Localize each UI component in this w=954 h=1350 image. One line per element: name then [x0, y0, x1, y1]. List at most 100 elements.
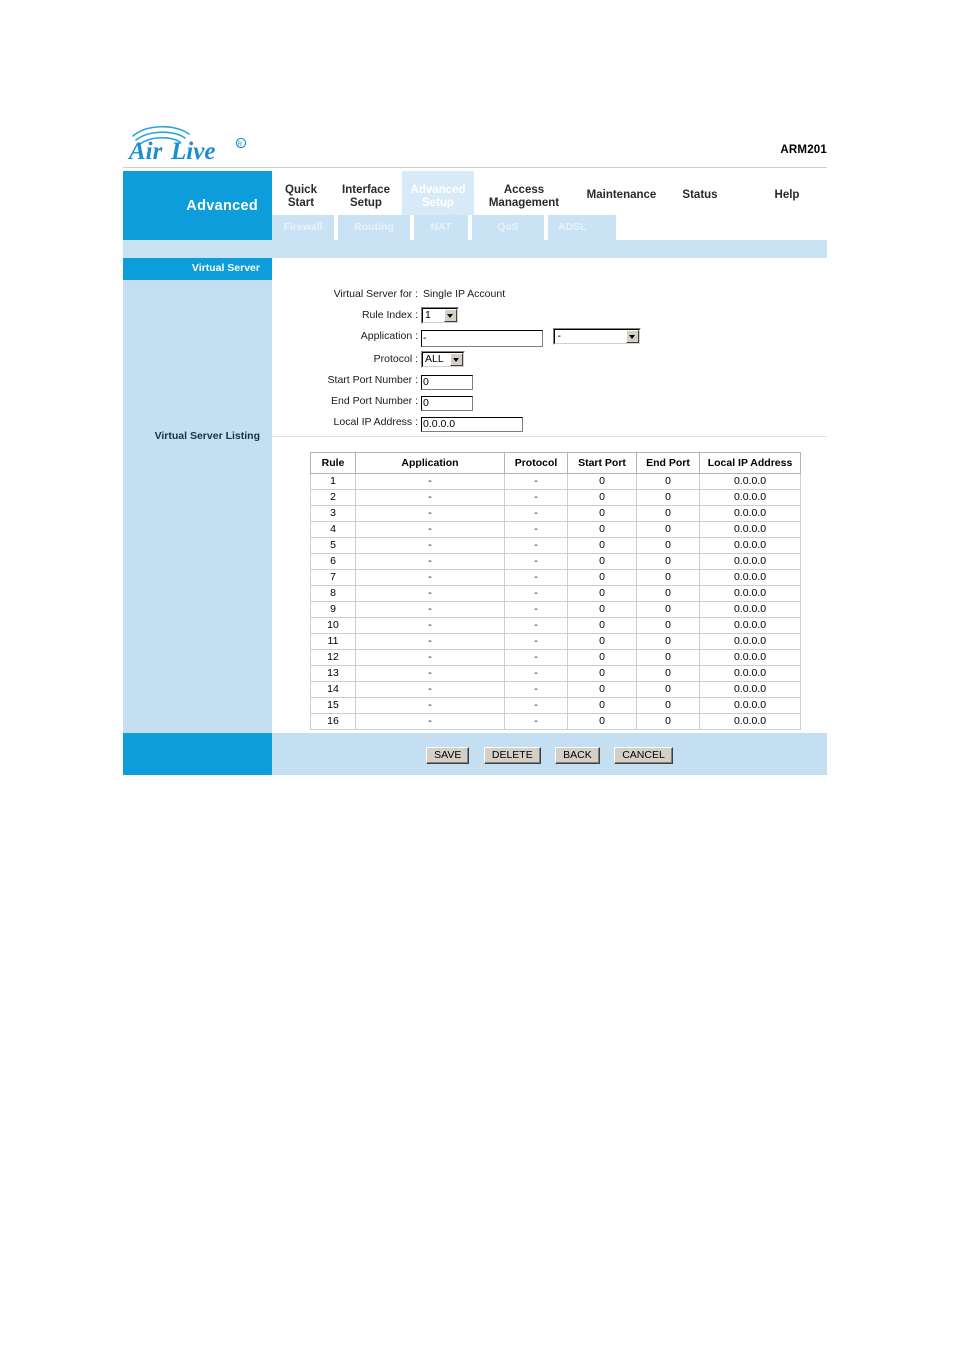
table-row: 10- -0 0 0.0.0.0	[310, 617, 801, 634]
cell-end-port: 0	[636, 713, 700, 730]
row-end-port: End Port Number :	[272, 393, 827, 413]
cell-protocol: -	[504, 697, 568, 714]
cell-end-port: 0	[636, 489, 700, 506]
application-controls: -	[421, 328, 642, 347]
model-number: ARM201	[780, 144, 827, 156]
subtab-firewall[interactable]: Firewall	[272, 215, 334, 240]
nav-bottom-strip	[123, 240, 827, 258]
cell-application: -	[355, 569, 505, 586]
tab-quick-start[interactable]: Quick Start	[272, 171, 330, 215]
protocol-select[interactable]: ALL	[421, 351, 465, 369]
cell-local-ip: 0.0.0.0	[699, 633, 801, 650]
cell-start-port: 0	[567, 649, 637, 666]
cell-protocol: -	[504, 617, 568, 634]
end-port-input[interactable]	[421, 395, 473, 411]
row-rule-index: Rule Index : 1	[272, 307, 827, 327]
svg-text:R: R	[238, 142, 243, 148]
chevron-down-icon[interactable]	[626, 330, 640, 343]
cell-local-ip: 0.0.0.0	[699, 537, 801, 554]
start-port-input[interactable]	[421, 374, 473, 390]
cell-local-ip: 0.0.0.0	[699, 473, 801, 490]
airlive-logo: Air Live R	[123, 122, 283, 166]
save-button[interactable]: SAVE	[426, 747, 470, 764]
virtual-server-listing-table-wrap: Rule Application Protocol Start Port End…	[310, 452, 801, 730]
local-ip-input[interactable]	[421, 416, 523, 432]
table-row: 1- -0 0 0.0.0.0	[310, 473, 801, 490]
section-title: Advanced	[186, 198, 258, 214]
cell-application: -	[355, 585, 505, 602]
cell-local-ip: 0.0.0.0	[699, 697, 801, 714]
cell-application: -	[355, 713, 505, 730]
table-row: 16- -0 0 0.0.0.0	[310, 713, 801, 730]
cell-local-ip: 0.0.0.0	[699, 553, 801, 570]
cell-local-ip: 0.0.0.0	[699, 649, 801, 666]
application-select[interactable]: -	[553, 328, 642, 345]
form-table-divider	[272, 436, 827, 437]
tab-help[interactable]: Help	[752, 171, 822, 215]
tab-interface-setup[interactable]: Interface Setup	[330, 171, 402, 215]
cell-start-port: 0	[567, 505, 637, 522]
label-virtual-server-for: Virtual Server for :	[333, 288, 418, 300]
row-application: Application : -	[272, 328, 827, 350]
cell-start-port: 0	[567, 601, 637, 618]
subtab-routing[interactable]: Routing	[338, 215, 410, 240]
cell-rule: 12	[310, 649, 356, 666]
table-row: 4- -0 0 0.0.0.0	[310, 521, 801, 538]
chevron-down-icon[interactable]	[450, 353, 463, 366]
subtab-nat[interactable]: NAT	[414, 215, 468, 240]
table-row: 3- -0 0 0.0.0.0	[310, 505, 801, 522]
router-admin-page: Air Live R ARM201 Advanced Quick Start I…	[0, 0, 954, 1350]
sidebar: Virtual Server Virtual Server Listing	[123, 258, 272, 733]
row-virtual-server-for: Virtual Server for : Single IP Account	[272, 286, 827, 306]
cell-end-port: 0	[636, 585, 700, 602]
cell-application: -	[355, 473, 505, 490]
sidebar-item-virtual-server[interactable]: Virtual Server	[123, 258, 272, 280]
cell-protocol: -	[504, 649, 568, 666]
protocol-value: ALL	[425, 353, 444, 365]
tab-access-management[interactable]: Access Management	[474, 171, 574, 215]
table-row: 7- -0 0 0.0.0.0	[310, 569, 801, 586]
label-application: Application :	[360, 330, 418, 342]
label-protocol: Protocol :	[373, 353, 418, 365]
cell-application: -	[355, 697, 505, 714]
subtab-adsl[interactable]: ADSL	[548, 215, 616, 240]
subtab-qos[interactable]: QoS	[472, 215, 544, 240]
cancel-button[interactable]: CANCEL	[614, 747, 673, 764]
cell-start-port: 0	[567, 665, 637, 682]
cell-local-ip: 0.0.0.0	[699, 601, 801, 618]
cell-end-port: 0	[636, 649, 700, 666]
cell-local-ip: 0.0.0.0	[699, 521, 801, 538]
cell-local-ip: 0.0.0.0	[699, 569, 801, 586]
rule-index-select[interactable]: 1	[421, 307, 459, 325]
chevron-down-icon[interactable]	[444, 309, 457, 322]
tab-status[interactable]: Status	[669, 171, 731, 215]
footer-action-bar: SAVE DELETE BACK CANCEL	[272, 733, 827, 775]
cell-rule: 4	[310, 521, 356, 538]
cell-end-port: 0	[636, 633, 700, 650]
cell-rule: 15	[310, 697, 356, 714]
cell-rule: 8	[310, 585, 356, 602]
cell-end-port: 0	[636, 681, 700, 698]
delete-button[interactable]: DELETE	[483, 747, 541, 764]
table-row: 8- -0 0 0.0.0.0	[310, 585, 801, 602]
col-local-ip: Local IP Address	[699, 452, 801, 474]
cell-protocol: -	[504, 665, 568, 682]
cell-application: -	[355, 649, 505, 666]
table-row: 9- -0 0 0.0.0.0	[310, 601, 801, 618]
table-row: 2- -0 0 0.0.0.0	[310, 489, 801, 506]
table-row: 13- -0 0 0.0.0.0	[310, 665, 801, 682]
cell-end-port: 0	[636, 697, 700, 714]
cell-end-port: 0	[636, 601, 700, 618]
cell-application: -	[355, 633, 505, 650]
svg-text:Air: Air	[127, 138, 163, 165]
tab-advanced-setup[interactable]: Advanced Setup	[402, 171, 474, 215]
cell-application: -	[355, 601, 505, 618]
cell-rule: 6	[310, 553, 356, 570]
col-rule: Rule	[310, 452, 356, 474]
tab-maintenance[interactable]: Maintenance	[574, 171, 669, 215]
label-end-port: End Port Number :	[331, 395, 418, 407]
back-button[interactable]: BACK	[555, 747, 600, 764]
col-end-port: End Port	[636, 452, 700, 474]
application-input[interactable]	[421, 329, 543, 347]
cell-start-port: 0	[567, 489, 637, 506]
